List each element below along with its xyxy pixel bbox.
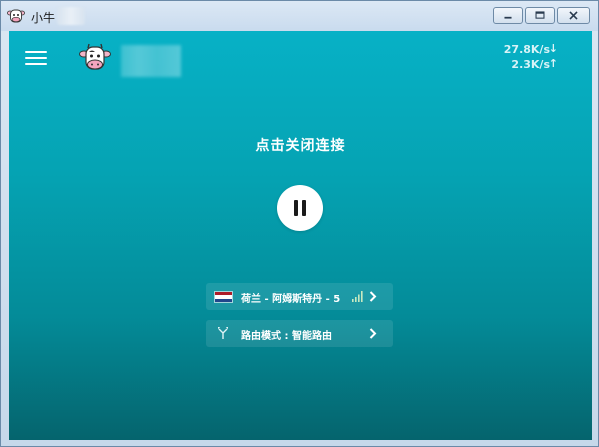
main-panel: 27.8K/s ↓ 2.3K/s ↑ 点击关闭连接 荷兰 - 阿姆斯特丹 - 5	[9, 31, 592, 440]
route-fork-icon	[218, 327, 228, 339]
minimize-icon	[504, 16, 512, 19]
download-speed: 27.8K/s	[503, 43, 550, 56]
cow-app-icon	[7, 9, 25, 23]
server-selector[interactable]: 荷兰 - 阿姆斯特丹 - 5	[206, 283, 393, 310]
title-bar[interactable]: 小牛	[1, 1, 598, 31]
chevron-right-icon	[369, 291, 377, 302]
pause-icon	[302, 200, 306, 216]
close-icon	[569, 11, 578, 20]
route-mode-label: 路由模式 : 智能路由	[241, 331, 332, 342]
disconnect-button[interactable]	[277, 185, 323, 231]
close-button[interactable]	[557, 7, 590, 24]
app-window: 小牛 27.8K/s ↓ 2.3K/s ↑ 点击关闭连接 荷兰 - 阿姆斯特丹 …	[0, 0, 599, 447]
signal-strength-icon	[352, 291, 363, 302]
menu-line	[25, 63, 47, 65]
minimize-button[interactable]	[493, 7, 523, 24]
flag-stripe	[215, 298, 232, 302]
restore-icon	[535, 11, 545, 19]
upload-speed: 2.3K/s	[511, 58, 550, 71]
download-arrow-icon: ↓	[548, 42, 558, 55]
disconnect-hint: 点击关闭连接	[255, 138, 346, 154]
cow-logo-icon	[79, 43, 111, 70]
window-title: 小牛	[31, 11, 56, 25]
hamburger-menu-button[interactable]	[25, 51, 47, 67]
upload-arrow-icon: ↑	[548, 57, 558, 70]
netherlands-flag-icon	[214, 291, 233, 303]
username-redacted	[121, 45, 181, 77]
menu-line	[25, 57, 47, 59]
route-mode-selector[interactable]: 路由模式 : 智能路由	[206, 320, 393, 347]
pause-icon	[294, 200, 298, 216]
menu-line	[25, 51, 47, 53]
chevron-right-icon	[369, 328, 377, 339]
restore-button[interactable]	[525, 7, 555, 24]
server-label: 荷兰 - 阿姆斯特丹 - 5	[241, 294, 341, 305]
title-redacted	[57, 7, 85, 25]
